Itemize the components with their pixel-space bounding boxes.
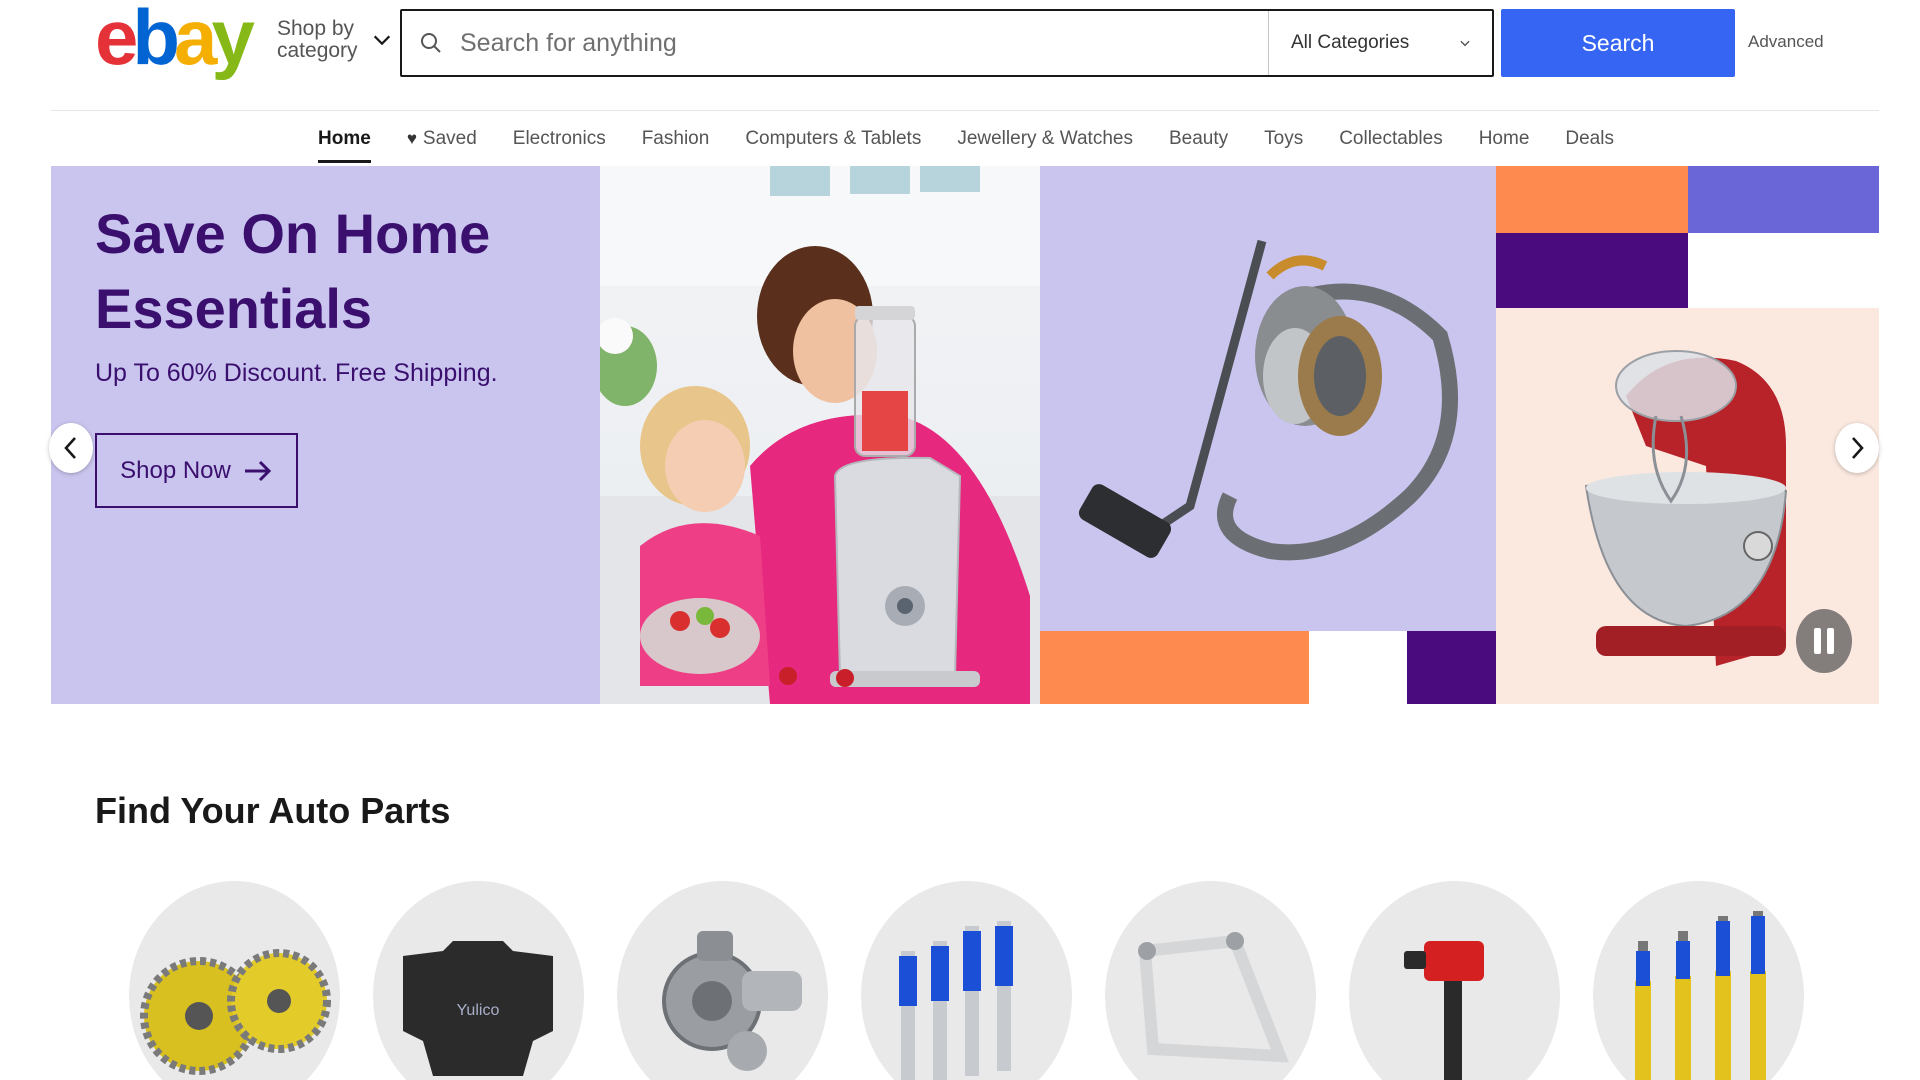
auto-part-turbocharger[interactable] bbox=[617, 881, 828, 1080]
nav-item-electronics[interactable]: Electronics bbox=[513, 111, 606, 166]
chevron-left-icon bbox=[64, 437, 76, 459]
hero-text-panel: Save On Home Essentials Up To 60% Discou… bbox=[51, 166, 600, 704]
shop-now-button[interactable]: Shop Now bbox=[95, 433, 298, 508]
nav-item-home[interactable]: Home bbox=[318, 111, 371, 166]
carousel-next-button[interactable] bbox=[1835, 423, 1879, 473]
nav-item-label: Fashion bbox=[641, 127, 710, 149]
nav-item-computers-tablets[interactable]: Computers & Tablets bbox=[745, 111, 921, 166]
engine-cover-brand: Yulico bbox=[457, 1002, 500, 1019]
nav-item-collectables[interactable]: Collectables bbox=[1339, 111, 1443, 166]
chevron-right-icon bbox=[1852, 437, 1864, 459]
nav-item-label: Home bbox=[1478, 127, 1530, 149]
nav-item-label: Deals bbox=[1565, 127, 1614, 149]
hero-image-blender[interactable] bbox=[600, 166, 1040, 704]
cam-gears-icon bbox=[140, 949, 331, 1075]
hero-subtitle: Up To 60% Discount. Free Shipping. bbox=[95, 359, 498, 387]
auto-part-control-arm[interactable] bbox=[1105, 881, 1316, 1080]
nav-item-jewellery-watches[interactable]: Jewellery & Watches bbox=[957, 111, 1133, 166]
nav-item-label: Computers & Tablets bbox=[745, 127, 922, 149]
hero-title: Save On Home Essentials bbox=[95, 202, 491, 340]
search-icon bbox=[402, 11, 460, 75]
shop-by-category-button[interactable]: Shop by category bbox=[277, 18, 393, 62]
hero-banner: Save On Home Essentials Up To 60% Discou… bbox=[51, 166, 1879, 704]
nav-item-label: Home bbox=[318, 127, 371, 149]
shop-by-category-label: Shop by category bbox=[277, 17, 358, 62]
search-bar: All Categories bbox=[400, 9, 1494, 77]
nav-item-toys[interactable]: Toys bbox=[1264, 111, 1303, 166]
nav-item-label: Electronics bbox=[512, 127, 606, 149]
heart-icon: ♥ bbox=[406, 128, 417, 148]
engine-cover-icon: Yulico bbox=[403, 941, 553, 1076]
carousel-pause-button[interactable] bbox=[1796, 609, 1852, 673]
blender-family-illustration bbox=[600, 166, 1040, 704]
nav-item-label: Saved bbox=[422, 127, 477, 149]
ebay-logo[interactable]: ebay bbox=[95, 0, 260, 82]
category-nav: Home ♥ Saved Electronics Fashion Computer… bbox=[0, 111, 1920, 166]
header: ebay Shop by category All Categories Sea… bbox=[0, 0, 1920, 110]
nav-item-label: Jewellery & Watches bbox=[957, 127, 1133, 149]
category-select[interactable]: All Categories bbox=[1268, 11, 1492, 75]
control-arm-icon bbox=[1138, 932, 1289, 1063]
pause-icon bbox=[1814, 628, 1821, 654]
nav-item-label: Toys bbox=[1264, 127, 1304, 149]
shock-absorbers-yellow-icon bbox=[1635, 911, 1766, 1080]
nav-item-beauty[interactable]: Beauty bbox=[1169, 111, 1228, 166]
auto-part-ignition-coil[interactable] bbox=[1349, 881, 1560, 1080]
nav-item-home-garden[interactable]: Home bbox=[1479, 111, 1530, 166]
turbocharger-icon bbox=[662, 931, 802, 1071]
chevron-down-icon bbox=[373, 35, 391, 46]
auto-part-shock-absorbers-blue[interactable] bbox=[861, 881, 1072, 1080]
nav-item-label: Collectables bbox=[1339, 127, 1443, 149]
auto-part-cam-gears[interactable] bbox=[129, 881, 340, 1080]
nav-item-saved[interactable]: ♥ Saved bbox=[407, 111, 477, 166]
arrow-right-icon bbox=[244, 460, 271, 481]
search-input[interactable] bbox=[460, 11, 1268, 75]
auto-part-shock-absorbers-yellow[interactable] bbox=[1593, 881, 1804, 1080]
shock-absorbers-blue-icon bbox=[899, 921, 1013, 1080]
ignition-coil-icon bbox=[1404, 941, 1484, 1080]
ebay-logo-icon: ebay bbox=[95, 0, 260, 81]
search-button[interactable]: Search bbox=[1501, 9, 1735, 77]
vacuum-cleaner-illustration bbox=[1040, 239, 1496, 704]
auto-part-engine-cover[interactable]: Yulico bbox=[373, 881, 584, 1080]
nav-item-label: Beauty bbox=[1168, 127, 1229, 149]
pause-icon bbox=[1827, 628, 1834, 654]
chevron-down-icon bbox=[1460, 40, 1470, 47]
nav-item-deals[interactable]: Deals bbox=[1565, 111, 1614, 166]
auto-parts-title: Find Your Auto Parts bbox=[95, 790, 451, 831]
auto-parts-row: Yulico bbox=[129, 881, 1829, 1080]
nav-item-fashion[interactable]: Fashion bbox=[642, 111, 710, 166]
svg-text:ebay: ebay bbox=[95, 2, 254, 81]
shop-now-label: Shop Now bbox=[120, 456, 231, 484]
carousel-prev-button[interactable] bbox=[49, 423, 93, 473]
category-select-label: All Categories bbox=[1291, 32, 1410, 53]
advanced-search-link[interactable]: Advanced bbox=[1748, 32, 1824, 52]
hero-image-vacuum[interactable] bbox=[1040, 166, 1496, 704]
